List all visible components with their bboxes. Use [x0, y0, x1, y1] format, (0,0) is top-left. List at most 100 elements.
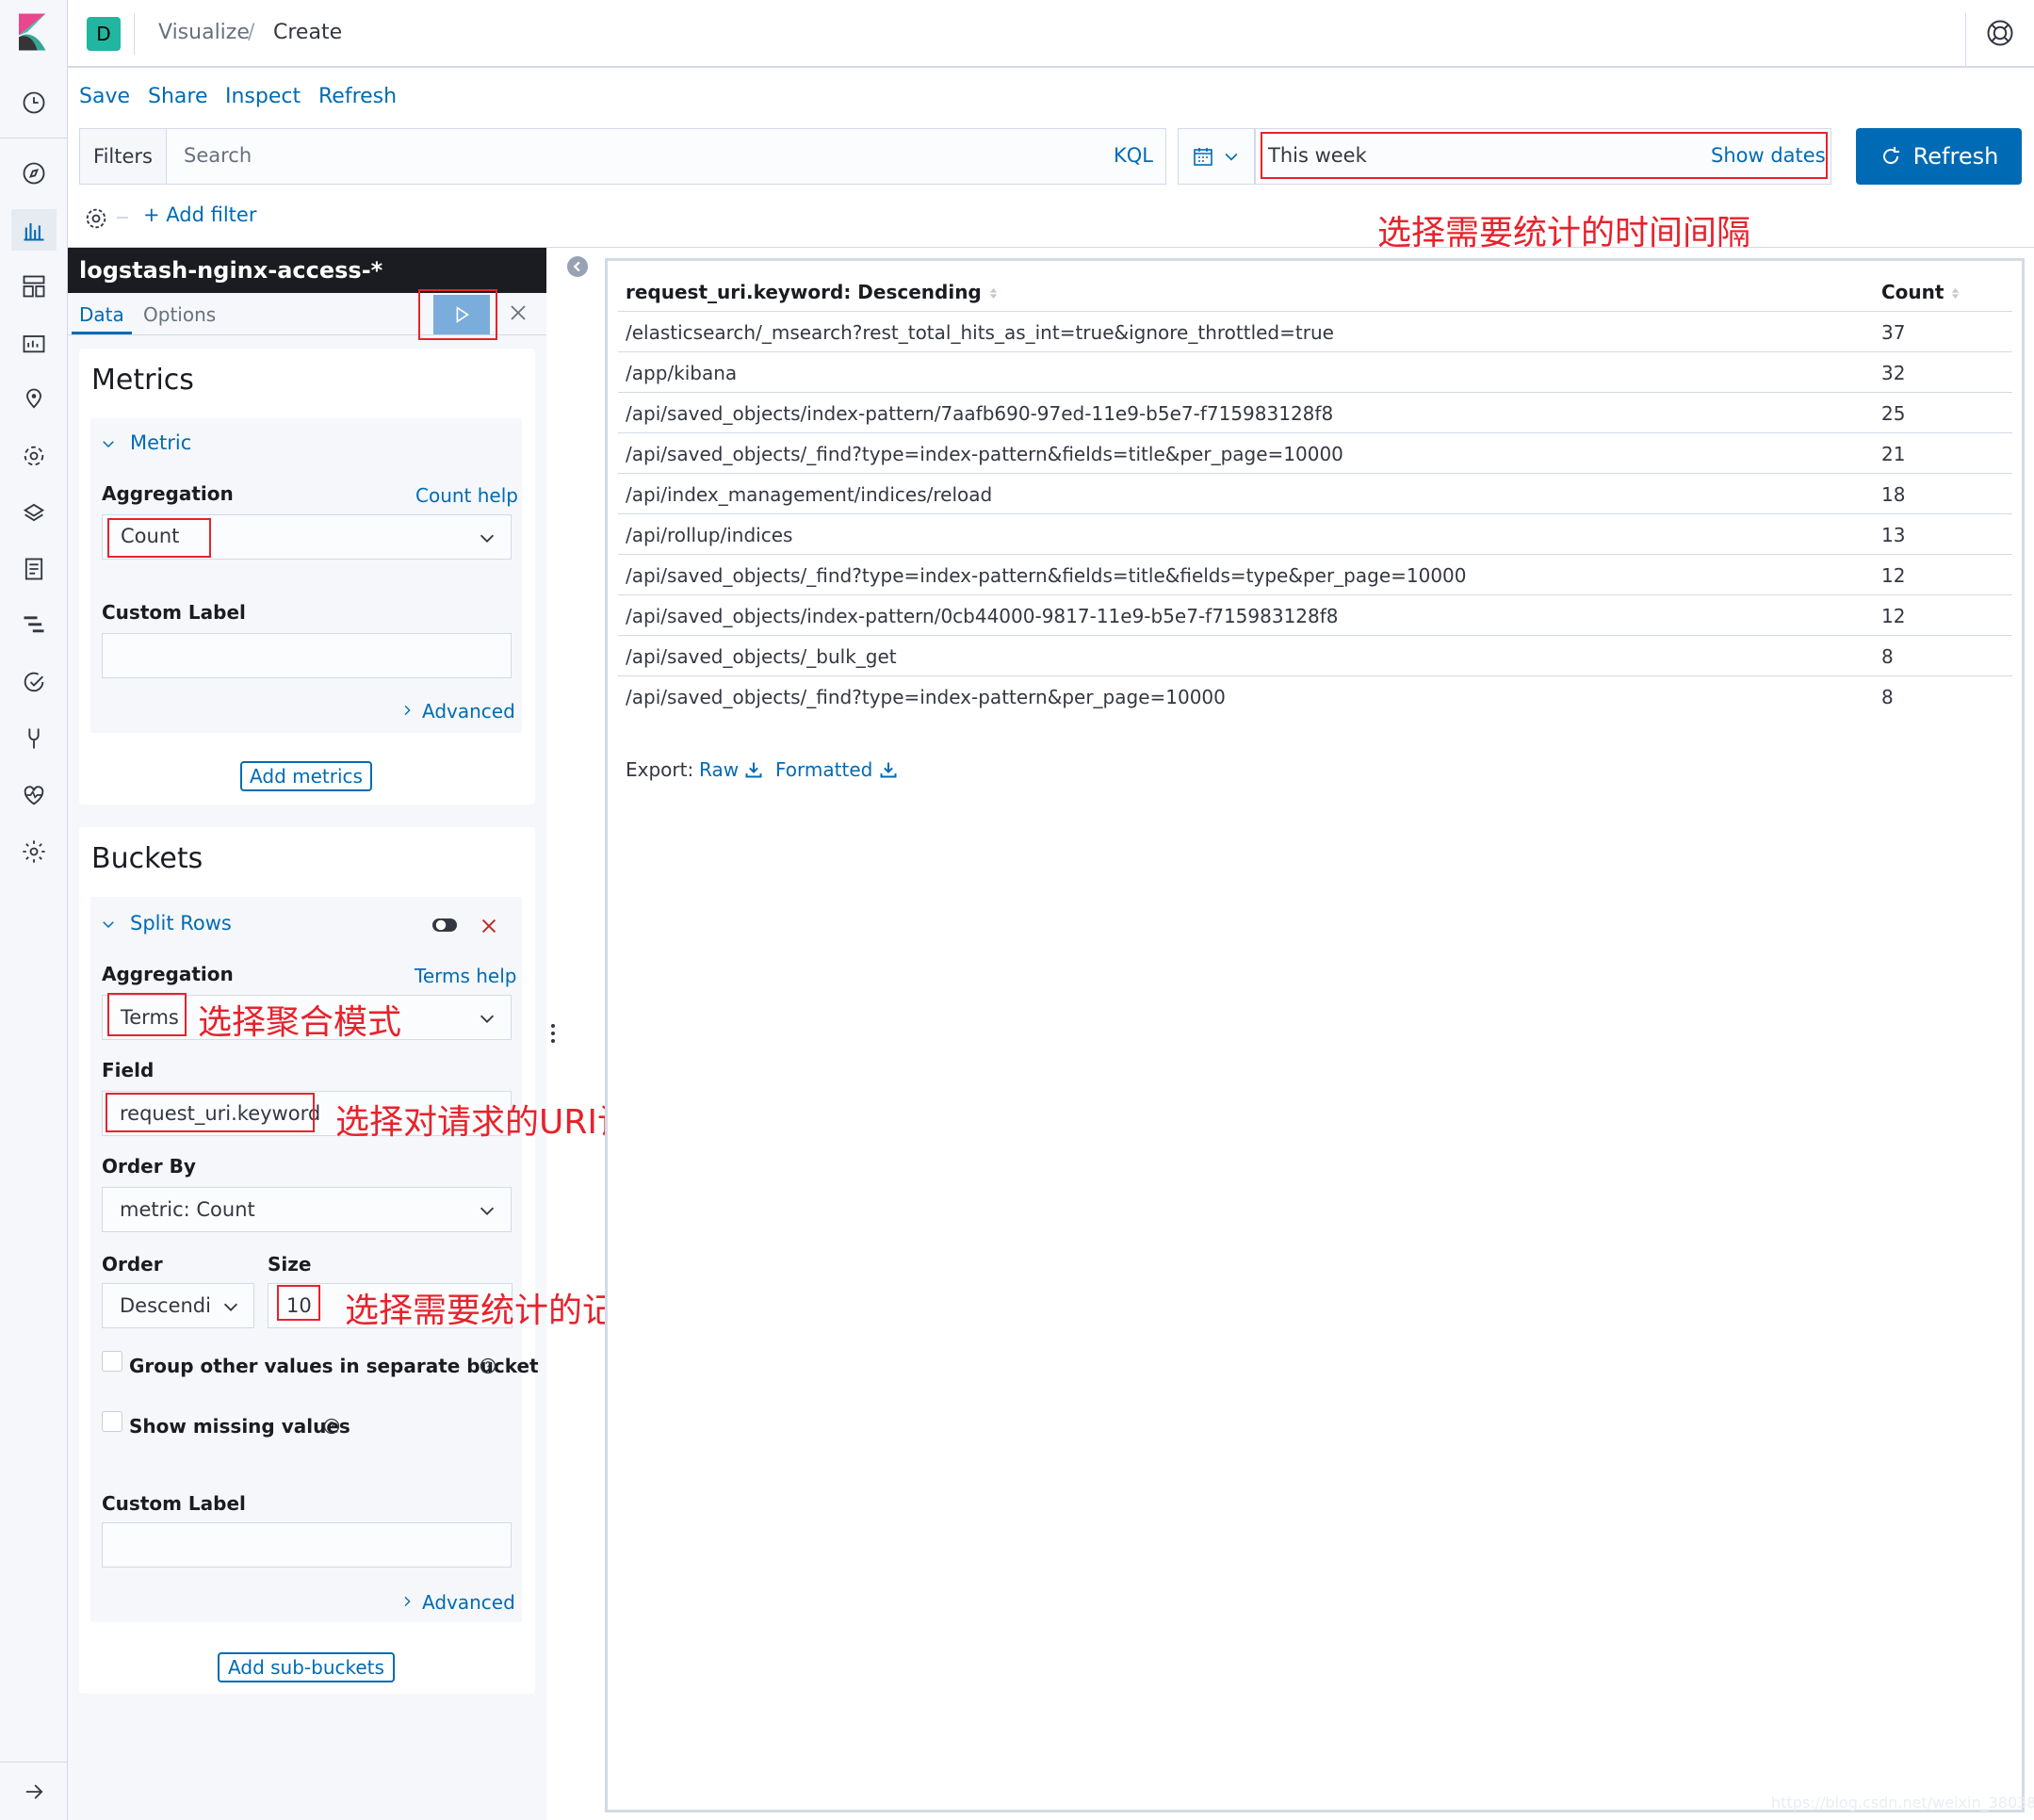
filters-button[interactable]: Filters: [80, 129, 167, 184]
table-cell-count: 32: [1881, 362, 1906, 384]
tab-options[interactable]: Options: [143, 303, 216, 326]
count-help-link[interactable]: Count help: [415, 484, 518, 507]
table-cell-uri[interactable]: /api/rollup/indices: [626, 524, 792, 546]
toggle-switch-icon[interactable]: [431, 916, 458, 934]
infrastructure-icon[interactable]: [19, 497, 49, 528]
share-link[interactable]: Share: [148, 85, 208, 108]
table-cell-count: 21: [1881, 443, 1906, 465]
discard-close-icon[interactable]: [507, 301, 529, 324]
filter-settings-gear-icon[interactable]: [83, 205, 109, 232]
table-cell-uri[interactable]: /api/saved_objects/_find?type=index-patt…: [626, 564, 1467, 587]
left-nav: [0, 0, 68, 1820]
add-sub-buckets-button[interactable]: Add sub-buckets: [218, 1652, 395, 1682]
question-help-icon[interactable]: [479, 1357, 497, 1375]
table-cell-count: 12: [1881, 605, 1906, 627]
help-lifebuoy-icon[interactable]: [1986, 19, 2014, 47]
chevron-down-icon[interactable]: [100, 916, 117, 933]
logs-icon[interactable]: [19, 554, 49, 584]
order-value: Descendi: [120, 1294, 211, 1317]
metric-aggregation-label: Aggregation: [102, 482, 234, 505]
table-cell-count: 8: [1881, 645, 1894, 668]
chevron-down-icon: [1225, 153, 1238, 161]
table-cell-uri[interactable]: /api/saved_objects/index-pattern/7aafb69…: [626, 402, 1333, 425]
export-formatted-link[interactable]: Formatted: [775, 758, 898, 781]
bucket-advanced-toggle[interactable]: Advanced: [422, 1591, 515, 1614]
tab-data[interactable]: Data: [79, 303, 124, 326]
highlight-size: [277, 1285, 320, 1321]
maps-icon[interactable]: [19, 384, 49, 414]
column-header-uri-label: request_uri.keyword: Descending: [626, 281, 982, 303]
highlight-date-range: [1261, 132, 1828, 179]
table-cell-uri[interactable]: /elasticsearch/_msearch?rest_total_hits_…: [626, 321, 1334, 344]
metric-accordion: [90, 418, 522, 733]
highlight-apply-button: [418, 289, 497, 340]
breadcrumb-create: Create: [273, 21, 343, 44]
save-link[interactable]: Save: [79, 85, 130, 108]
add-filter-link[interactable]: + Add filter: [143, 203, 256, 226]
table-cell-uri[interactable]: /api/index_management/indices/reload: [626, 483, 992, 506]
metric-accordion-title[interactable]: Metric: [130, 431, 191, 454]
refresh-link[interactable]: Refresh: [318, 85, 397, 108]
inspect-link[interactable]: Inspect: [225, 85, 301, 108]
collapse-sidebar-icon[interactable]: [567, 256, 588, 277]
table-cell-uri[interactable]: /app/kibana: [626, 362, 737, 384]
highlight-field: [106, 1093, 315, 1132]
table-cell-uri[interactable]: /api/saved_objects/index-pattern/0cb4400…: [626, 605, 1339, 627]
add-metrics-button[interactable]: Add metrics: [240, 761, 372, 791]
bucket-custom-label-label: Custom Label: [102, 1492, 246, 1515]
refresh-button-label: Refresh: [1912, 143, 1999, 170]
table-row-divider: [618, 513, 2012, 514]
management-gear-icon[interactable]: [19, 837, 49, 867]
chevron-right-icon: [404, 705, 411, 716]
resize-handle-dots-icon[interactable]: [550, 1023, 556, 1044]
metric-advanced-toggle[interactable]: Advanced: [422, 700, 515, 723]
search-input[interactable]: Search: [184, 144, 252, 167]
recent-clock-icon[interactable]: [19, 88, 49, 118]
table-cell-uri[interactable]: /api/saved_objects/_find?type=index-patt…: [626, 443, 1343, 465]
remove-bucket-x-icon[interactable]: [479, 916, 499, 936]
order-by-label: Order By: [102, 1155, 196, 1178]
breadcrumb-visualize[interactable]: Visualize: [158, 21, 250, 44]
chevron-down-icon[interactable]: [100, 435, 117, 452]
kibana-logo-icon[interactable]: [19, 13, 49, 51]
visualize-chart-icon[interactable]: [11, 209, 57, 251]
bucket-custom-label-input[interactable]: [102, 1522, 512, 1568]
split-rows-title[interactable]: Split Rows: [130, 912, 232, 934]
chevron-down-icon: [480, 1015, 495, 1023]
top-header: [68, 0, 2034, 68]
kql-toggle[interactable]: KQL: [1114, 144, 1153, 167]
machine-learning-icon[interactable]: [19, 441, 49, 471]
group-other-checkbox[interactable]: [102, 1351, 122, 1372]
monitoring-heart-icon[interactable]: [19, 780, 49, 810]
header-row-divider: [618, 311, 2012, 312]
breadcrumb-separator: /: [248, 21, 255, 44]
space-avatar[interactable]: D: [87, 17, 121, 51]
chevron-down-icon: [480, 1207, 495, 1215]
show-missing-checkbox[interactable]: [102, 1411, 122, 1432]
question-help-icon[interactable]: [322, 1417, 341, 1436]
sort-icon[interactable]: [1950, 286, 1961, 301]
sort-icon[interactable]: [988, 286, 999, 301]
download-icon: [880, 762, 897, 778]
table-cell-uri[interactable]: /api/saved_objects/_find?type=index-patt…: [626, 686, 1226, 708]
dashboard-icon[interactable]: [19, 271, 49, 301]
apm-icon[interactable]: [19, 610, 49, 641]
filter-divider: [117, 217, 128, 219]
column-header-count[interactable]: Count: [1881, 281, 1961, 303]
discover-compass-icon[interactable]: [19, 158, 49, 188]
column-header-uri[interactable]: request_uri.keyword: Descending: [626, 281, 999, 303]
metric-custom-label-input[interactable]: [102, 633, 512, 678]
table-row-divider: [618, 554, 2012, 555]
terms-help-link[interactable]: Terms help: [415, 965, 517, 987]
table-cell-uri[interactable]: /api/saved_objects/_bulk_get: [626, 645, 897, 668]
refresh-button[interactable]: Refresh: [1856, 128, 2022, 185]
chevron-right-icon: [404, 1596, 411, 1607]
expand-nav-arrow-icon[interactable]: [19, 1777, 49, 1807]
uptime-icon[interactable]: [19, 667, 49, 697]
canvas-icon[interactable]: [19, 328, 49, 358]
quick-date-menu-button[interactable]: [1178, 128, 1255, 185]
bucket-aggregation-label: Aggregation: [102, 963, 234, 985]
dev-tools-icon[interactable]: [19, 723, 49, 754]
export-raw-link[interactable]: Raw: [699, 758, 763, 781]
order-label: Order: [102, 1253, 163, 1276]
